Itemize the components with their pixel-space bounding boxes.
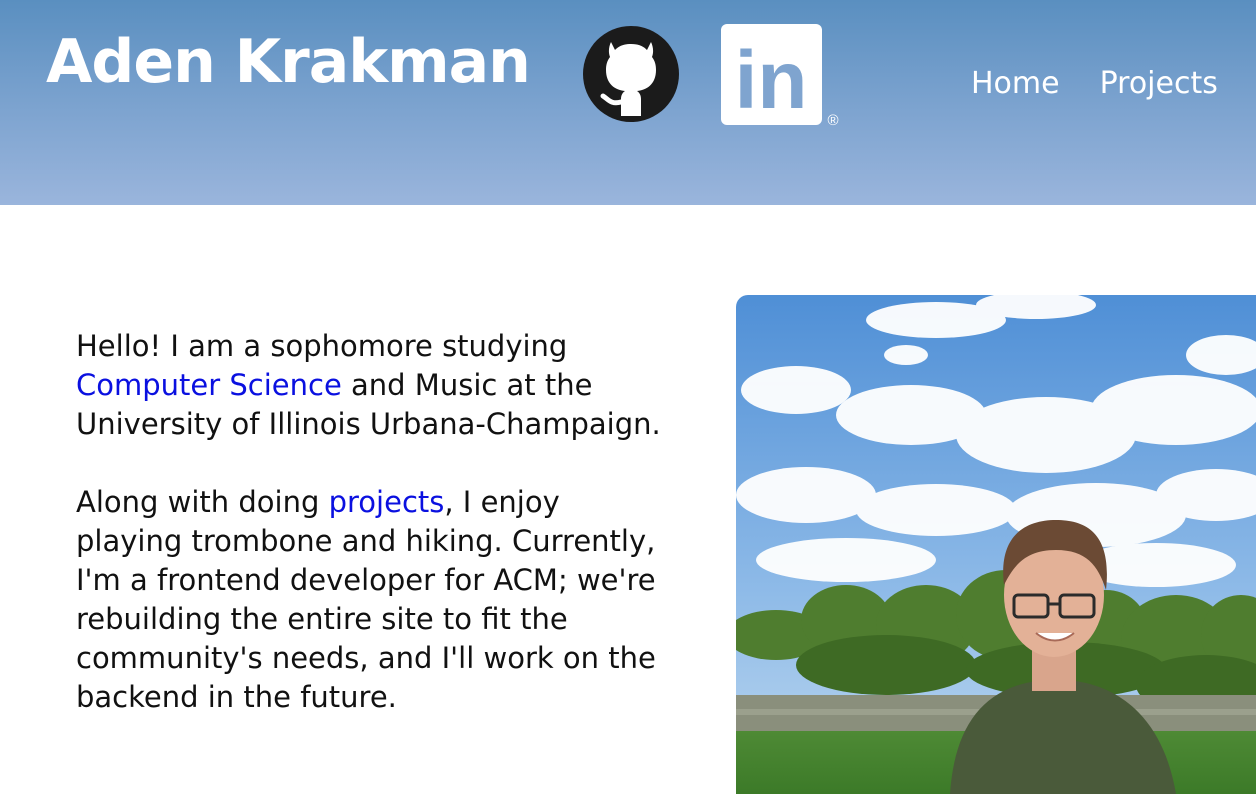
- site-header: Aden Krakman in ® Home Projects: [0, 0, 1256, 205]
- bio-text: Hello! I am a sophomore studying Compute…: [76, 327, 666, 756]
- bio-paragraph-2: Along with doing projects, I enjoy playi…: [76, 483, 666, 717]
- nav-home[interactable]: Home: [971, 62, 1060, 106]
- registered-mark: ®: [827, 112, 838, 128]
- profile-photo: [736, 295, 1256, 794]
- linkedin-glyph: in: [735, 35, 808, 126]
- nav-projects[interactable]: Projects: [1100, 62, 1218, 106]
- bio-p2-start: Along with doing: [76, 485, 329, 519]
- site-title: Aden Krakman: [46, 27, 531, 97]
- main-nav: Home Projects: [971, 62, 1218, 106]
- linkedin-link[interactable]: in ®: [721, 24, 843, 129]
- github-link[interactable]: [580, 24, 682, 124]
- bio-paragraph-1: Hello! I am a sophomore studying Compute…: [76, 327, 666, 444]
- linkedin-icon: in ®: [721, 24, 839, 129]
- bio-p2-end: , I enjoy playing trombone and hiking. C…: [76, 485, 656, 714]
- github-icon: [583, 26, 679, 122]
- bio-p1-start: Hello! I am a sophomore studying: [76, 329, 568, 363]
- computer-science-link[interactable]: Computer Science: [76, 368, 342, 402]
- projects-link[interactable]: projects: [329, 485, 445, 519]
